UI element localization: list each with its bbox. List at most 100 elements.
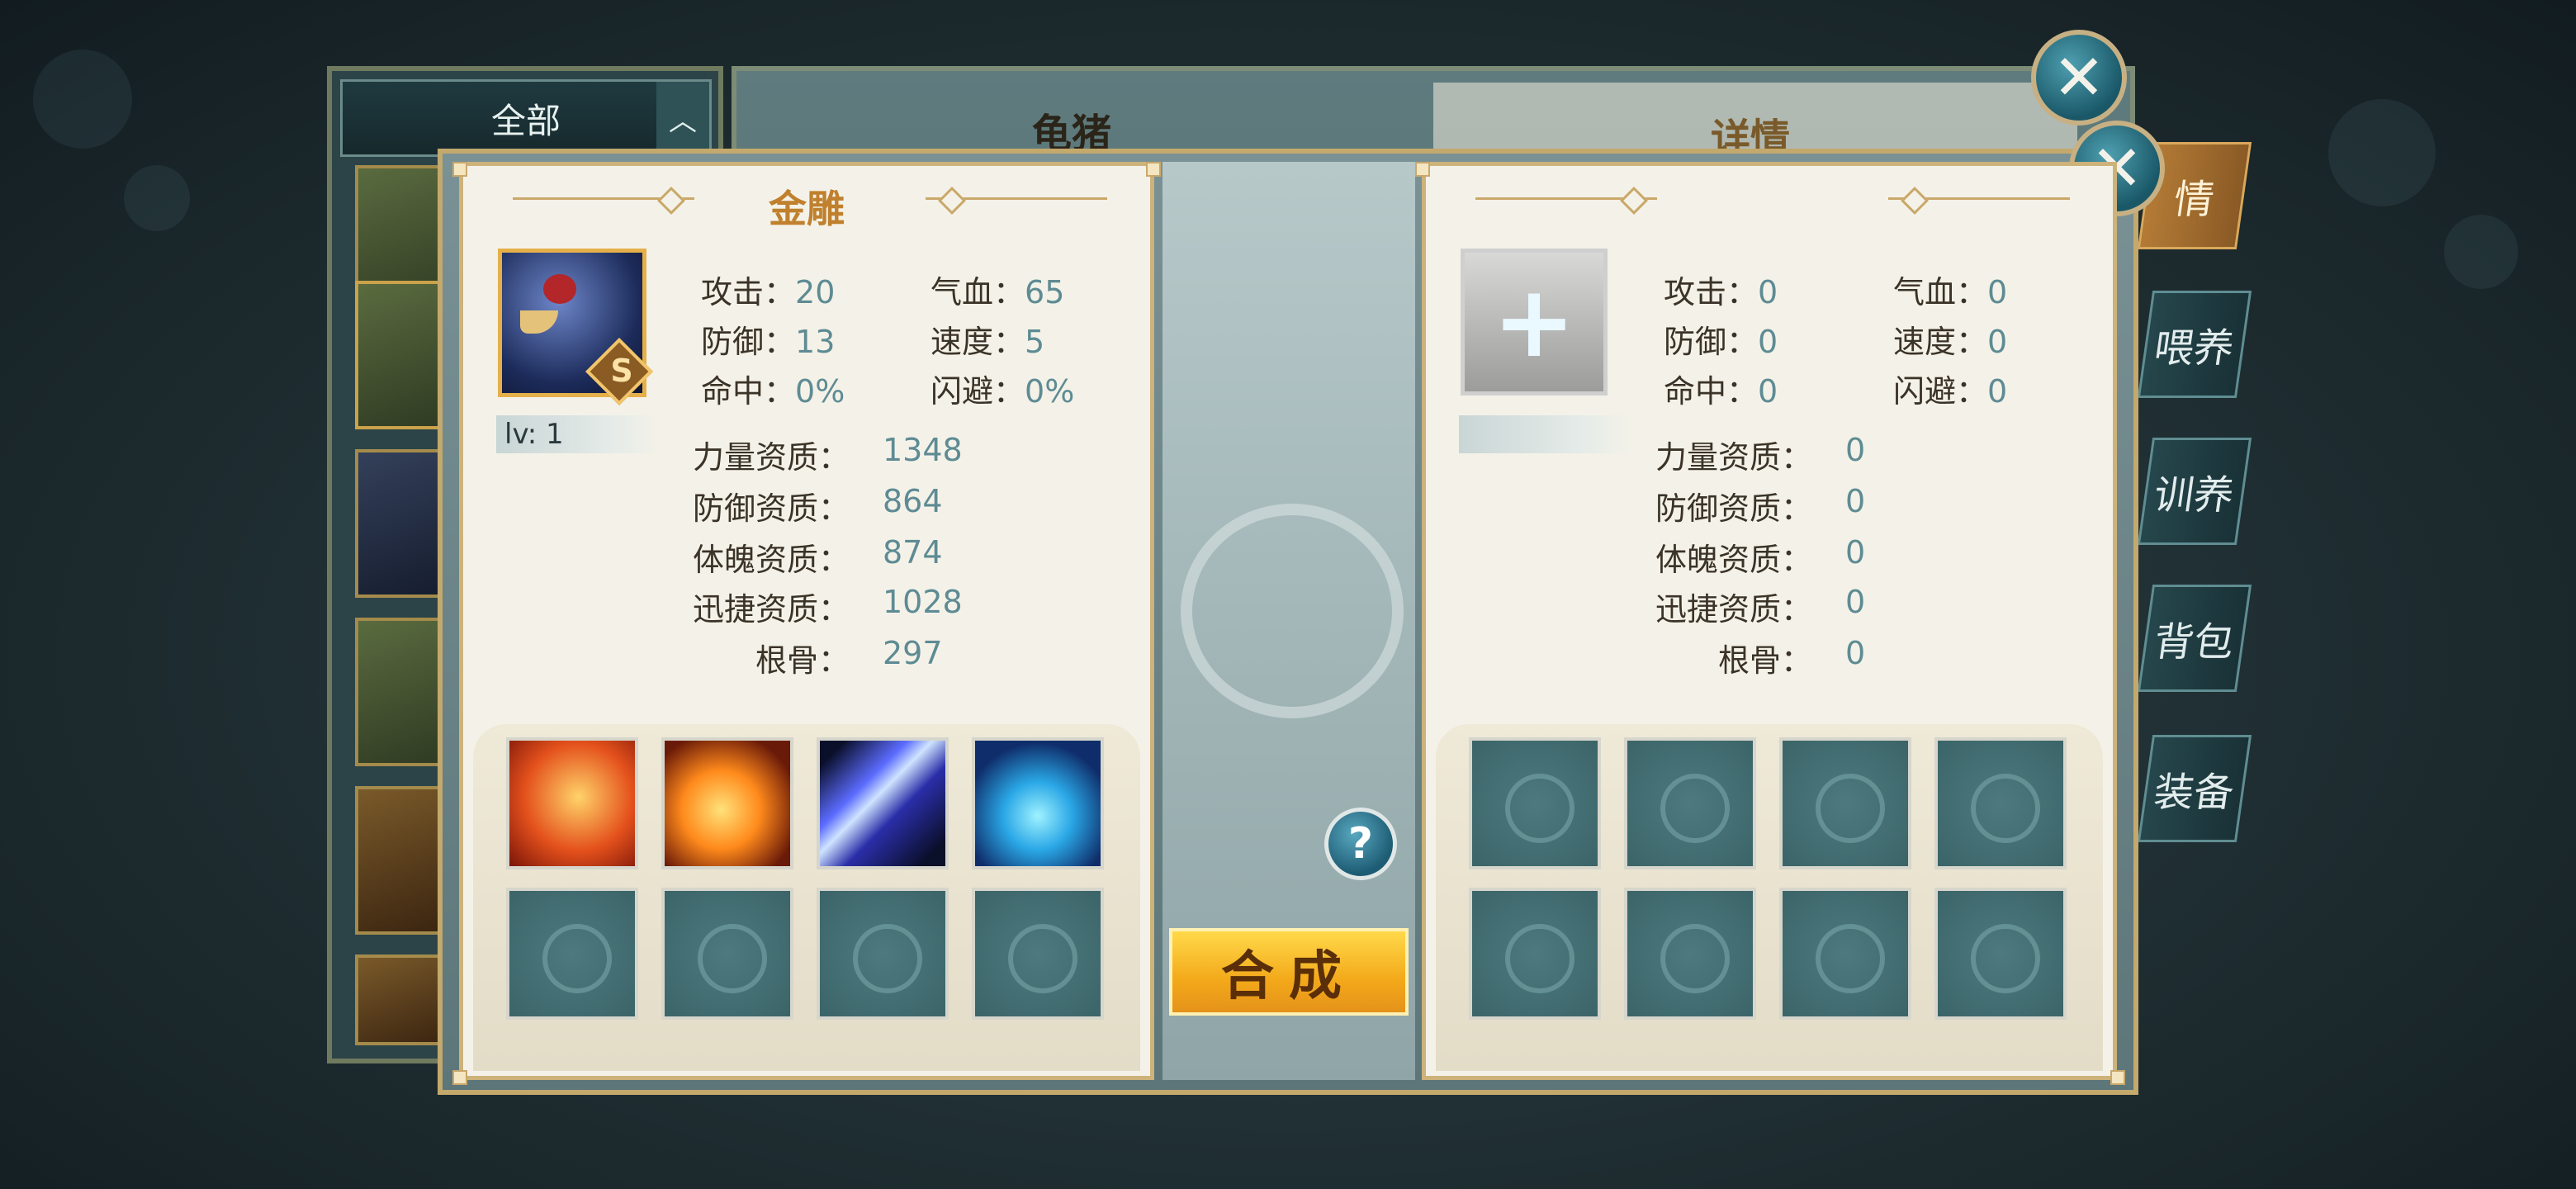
stat-hit: 命中：0 bbox=[1664, 366, 1778, 411]
dragon-emblem-icon bbox=[1181, 504, 1404, 718]
aptitude-value: 1348 bbox=[883, 432, 963, 468]
aptitude-value: 874 bbox=[883, 534, 943, 571]
corner-ornament bbox=[1146, 162, 1161, 177]
stat-label: 攻击： bbox=[1664, 274, 1759, 310]
stat-attack: 攻击：20 bbox=[701, 267, 835, 312]
left-pet-panel: 金雕 S lv: 1 攻击：20 气血：65 防御：13 速度：5 命中：0% … bbox=[459, 162, 1154, 1080]
claw-slash-skill-icon[interactable] bbox=[817, 737, 949, 869]
diamond-ornament-icon bbox=[1620, 187, 1648, 215]
empty-skill-slot[interactable] bbox=[972, 888, 1104, 1020]
stat-value: 0 bbox=[1758, 324, 1778, 360]
help-button[interactable]: ? bbox=[1324, 808, 1397, 880]
stat-value: 0% bbox=[1025, 373, 1075, 410]
aptitude-physique: 体魄资质： bbox=[1591, 534, 1812, 580]
aptitude-bone: 根骨： bbox=[1591, 635, 1812, 680]
stat-value: 0 bbox=[1987, 274, 2008, 310]
right-skill-grid bbox=[1436, 724, 2103, 1071]
tab-feed[interactable]: 喂养 bbox=[2137, 291, 2252, 398]
corner-ornament bbox=[452, 162, 467, 177]
empty-skill-slot[interactable] bbox=[817, 888, 949, 1020]
fire-phoenix-skill-icon[interactable] bbox=[506, 737, 638, 869]
stat-label: 气血： bbox=[930, 274, 1025, 310]
aptitude-strength: 力量资质： bbox=[628, 432, 850, 477]
aptitude-defense-value: 0 bbox=[1845, 483, 1865, 519]
combine-button[interactable]: 合成 bbox=[1169, 928, 1409, 1016]
corner-ornament bbox=[452, 1070, 467, 1085]
empty-skill-slot[interactable] bbox=[661, 888, 793, 1020]
stat-defense: 防御：0 bbox=[1664, 316, 1778, 362]
aptitude-label: 根骨： bbox=[1717, 642, 1812, 679]
stat-value: 0 bbox=[1987, 324, 2008, 360]
aptitude-strength-value: 0 bbox=[1845, 432, 1865, 468]
aptitude-value: 0 bbox=[1845, 432, 1866, 468]
add-pet-button[interactable]: + bbox=[1461, 249, 1608, 396]
aptitude-value: 297 bbox=[883, 635, 943, 671]
diamond-ornament-icon bbox=[1901, 187, 1929, 215]
close-background-button[interactable]: ✕ bbox=[2031, 30, 2127, 126]
stat-value: 0 bbox=[1987, 373, 2008, 410]
tab-label: 训养 bbox=[2151, 472, 2237, 519]
aptitude-value: 0 bbox=[1845, 534, 1866, 571]
eagle-beak bbox=[520, 310, 558, 334]
aptitude-strength: 力量资质： bbox=[1591, 432, 1812, 477]
aptitude-value: 1028 bbox=[883, 584, 963, 620]
chevron-up-icon[interactable]: ︿ bbox=[656, 82, 709, 154]
background-bokeh bbox=[2328, 99, 2436, 206]
aptitude-value: 0 bbox=[1845, 635, 1866, 671]
aptitude-value: 0 bbox=[1845, 483, 1866, 519]
aptitude-label: 防御资质： bbox=[1655, 490, 1812, 527]
aptitude-agility-value: 0 bbox=[1845, 584, 1865, 620]
stat-hp: 气血：65 bbox=[930, 267, 1064, 312]
empty-skill-slot[interactable] bbox=[1934, 888, 2067, 1020]
grade-label: S bbox=[610, 353, 633, 389]
empty-skill-slot[interactable] bbox=[1779, 737, 1911, 869]
flame-bird-skill-icon[interactable] bbox=[661, 737, 793, 869]
combine-button-label: 合成 bbox=[1221, 946, 1357, 1007]
plus-icon: + bbox=[1492, 264, 1576, 380]
close-icon: ✕ bbox=[2053, 40, 2105, 114]
question-icon: ? bbox=[1347, 819, 1374, 869]
corner-ornament bbox=[2110, 1070, 2125, 1085]
stat-label: 攻击： bbox=[701, 274, 796, 310]
aptitude-label: 体魄资质： bbox=[692, 542, 850, 578]
tab-train[interactable]: 训养 bbox=[2137, 438, 2252, 545]
aptitude-label: 迅捷资质： bbox=[692, 591, 850, 628]
pet-filter-label: 全部 bbox=[490, 100, 561, 141]
aptitude-label: 迅捷资质： bbox=[1655, 591, 1812, 628]
stat-label: 命中： bbox=[1664, 373, 1759, 410]
aptitude-bone: 根骨： bbox=[628, 635, 850, 680]
stat-attack: 攻击：0 bbox=[1664, 267, 1778, 312]
empty-skill-slot[interactable] bbox=[1469, 888, 1601, 1020]
aptitude-agility: 迅捷资质： bbox=[1591, 584, 1812, 629]
tab-label: 情 bbox=[2171, 177, 2218, 223]
background-bokeh bbox=[33, 50, 132, 149]
ice-shatter-skill-icon[interactable] bbox=[972, 737, 1104, 869]
aptitude-label: 根骨： bbox=[755, 642, 850, 679]
eagle-crest bbox=[543, 274, 576, 304]
stat-value: 0% bbox=[795, 373, 845, 410]
aptitude-agility-value: 1028 bbox=[883, 584, 963, 620]
tab-equip[interactable]: 装备 bbox=[2137, 735, 2252, 842]
pet-filter-dropdown[interactable]: 全部 ︿ bbox=[340, 79, 712, 157]
stat-value: 65 bbox=[1025, 274, 1065, 310]
stat-label: 速度： bbox=[930, 324, 1025, 360]
background-bokeh bbox=[124, 165, 190, 231]
aptitude-label: 体魄资质： bbox=[1655, 542, 1812, 578]
empty-skill-slot[interactable] bbox=[1624, 888, 1756, 1020]
aptitude-defense: 防御资质： bbox=[628, 483, 850, 528]
tab-bag[interactable]: 背包 bbox=[2137, 585, 2252, 692]
aptitude-bone-value: 297 bbox=[883, 635, 943, 671]
aptitude-physique-value: 0 bbox=[1845, 534, 1865, 571]
empty-skill-slot[interactable] bbox=[1779, 888, 1911, 1020]
stat-dodge: 闪避：0 bbox=[1893, 366, 2007, 411]
empty-skill-slot[interactable] bbox=[1469, 737, 1601, 869]
empty-skill-slot[interactable] bbox=[506, 888, 638, 1020]
aptitude-label: 力量资质： bbox=[692, 439, 850, 476]
stat-hp: 气血：0 bbox=[1893, 267, 2007, 312]
tab-label: 装备 bbox=[2151, 770, 2237, 816]
empty-skill-slot[interactable] bbox=[1934, 737, 2067, 869]
stat-defense: 防御：13 bbox=[701, 316, 835, 362]
empty-skill-slot[interactable] bbox=[1624, 737, 1756, 869]
stat-label: 气血： bbox=[1893, 274, 1988, 310]
stat-speed: 速度：5 bbox=[930, 316, 1044, 362]
